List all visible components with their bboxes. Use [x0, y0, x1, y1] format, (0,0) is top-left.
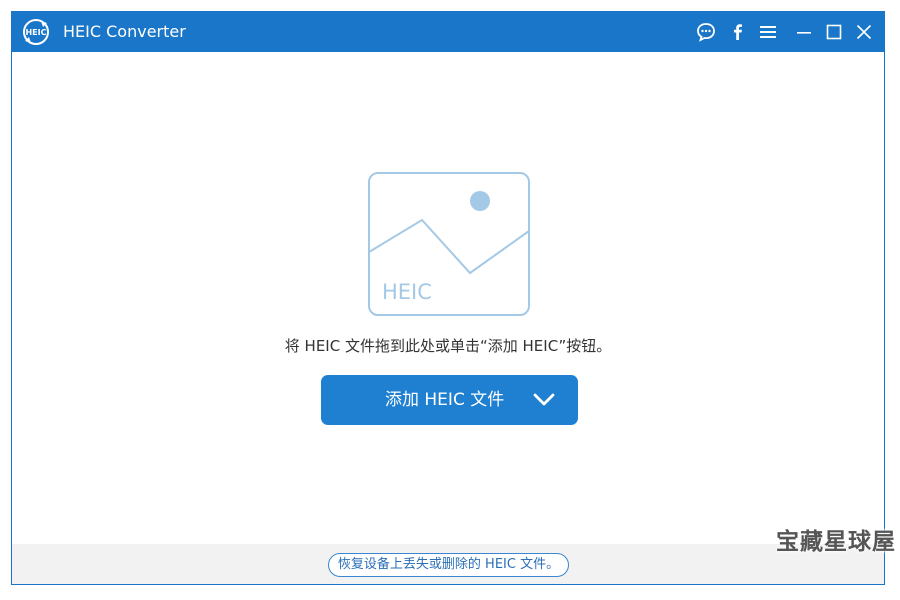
minimize-button[interactable]	[792, 20, 816, 44]
maximize-icon	[826, 24, 842, 40]
close-button[interactable]	[852, 20, 876, 44]
menu-icon	[760, 26, 776, 38]
app-logo-icon: HEIC	[23, 19, 49, 45]
facebook-icon	[734, 24, 742, 40]
add-heic-button-label: 添加 HEIC 文件	[385, 390, 505, 410]
logo-text: HEIC	[25, 28, 46, 37]
drop-hint-text: 将 HEIC 文件拖到此处或单击“添加 HEIC”按钮。	[284, 337, 612, 355]
facebook-button[interactable]	[726, 20, 750, 44]
app-window: HEIC HEIC Converter HEIC 将 HEIC 文件拖到此处或单…	[11, 11, 885, 585]
feedback-button[interactable]	[694, 20, 718, 44]
add-heic-button[interactable]: 添加 HEIC 文件	[321, 375, 578, 425]
drop-zone[interactable]: HEIC 将 HEIC 文件拖到此处或单击“添加 HEIC”按钮。 添加 HEI…	[12, 52, 884, 544]
chat-bubble-icon	[697, 23, 715, 42]
close-icon	[856, 24, 872, 40]
menu-button[interactable]	[756, 20, 780, 44]
minimize-icon	[797, 32, 811, 34]
heic-placeholder: HEIC	[368, 172, 530, 316]
footer-bar: 恢复设备上丢失或删除的 HEIC 文件。	[12, 544, 884, 584]
app-title: HEIC Converter	[63, 22, 186, 41]
placeholder-label: HEIC	[382, 280, 432, 304]
recover-files-link[interactable]: 恢复设备上丢失或删除的 HEIC 文件。	[328, 553, 569, 577]
title-bar[interactable]: HEIC HEIC Converter	[12, 12, 884, 52]
watermark-text: 宝藏星球屋	[776, 529, 896, 555]
maximize-button[interactable]	[822, 20, 846, 44]
chevron-down-icon[interactable]	[532, 391, 556, 409]
